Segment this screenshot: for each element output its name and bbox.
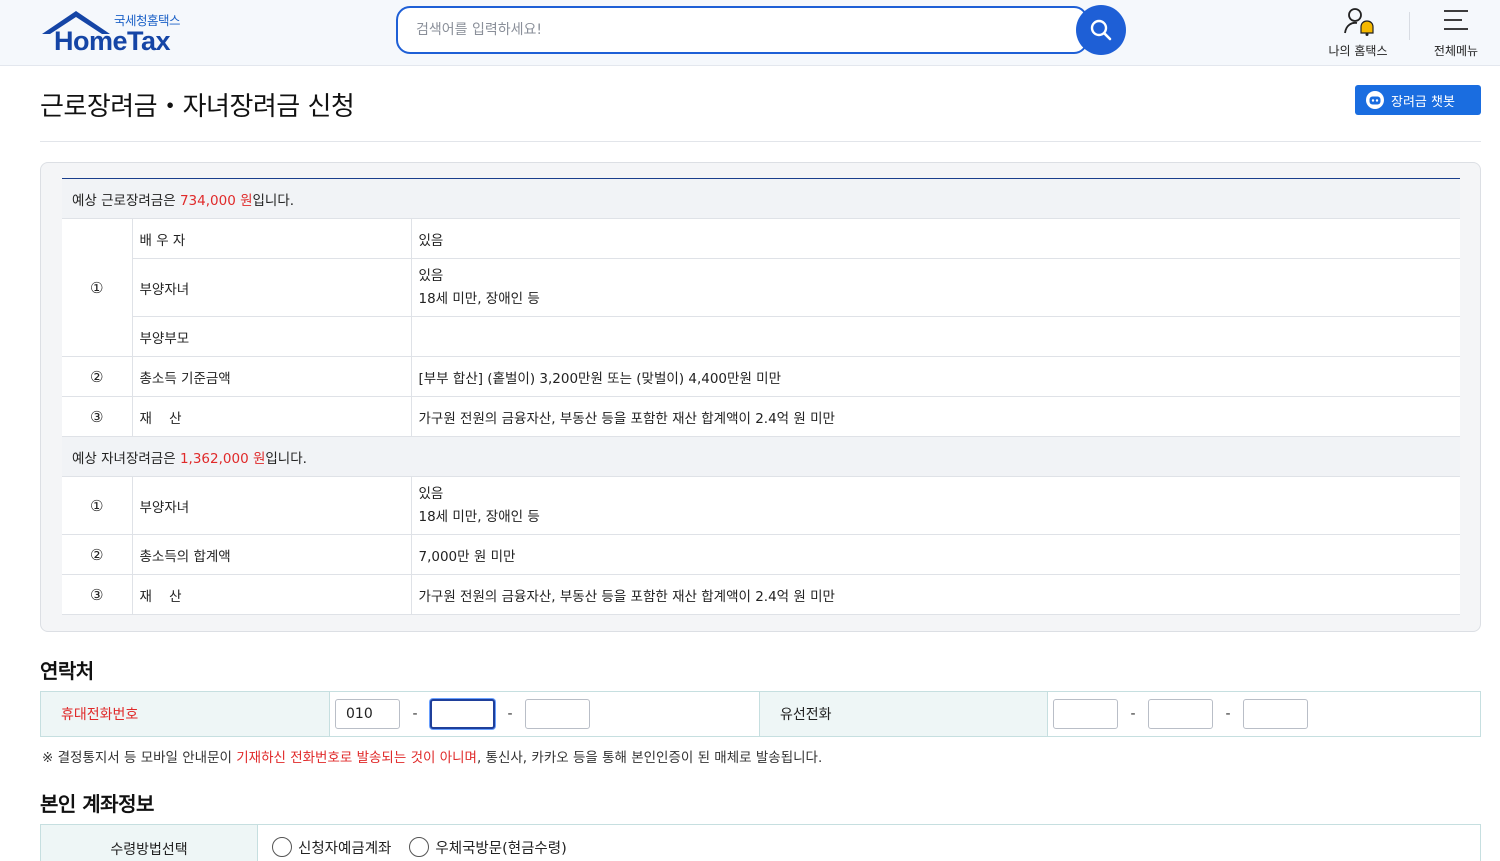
child-incentive-amount: 1,362,000 원 xyxy=(179,450,266,467)
work-incentive-header-row: 예상 근로장려금은 734,000 원입니다. xyxy=(62,178,1460,219)
landline-inputs: - - xyxy=(1048,692,1308,736)
landline-middle-input[interactable] xyxy=(1148,699,1213,729)
criteria-number: ③ xyxy=(62,396,133,437)
dash: - xyxy=(412,706,418,722)
landline-area-input[interactable] xyxy=(1053,699,1118,729)
table-row: ③ 재 산 가구원 전원의 금융자산, 부동산 등을 포함한 재산 합계액이 2… xyxy=(62,574,1460,615)
radio-post-office[interactable]: 우체국방문(현금수령) xyxy=(409,837,567,858)
search-button[interactable] xyxy=(1076,5,1126,55)
receipt-method-label: 수령방법선택 xyxy=(41,825,258,861)
child-incentive-header-row: 예상 자녀장려금은 1,362,000 원입니다. xyxy=(62,436,1460,477)
criteria-value: 있음 xyxy=(411,218,1460,259)
mobile-inputs: - - xyxy=(330,692,760,736)
receipt-method-options: 신청자예금계좌 우체국방문(현금수령) xyxy=(258,825,567,861)
criteria-value: 가구원 전원의 금융자산, 부동산 등을 포함한 재산 합계액이 2.4억 원 … xyxy=(411,574,1460,615)
search-input[interactable] xyxy=(416,19,1056,41)
criteria-item: 부양부모 xyxy=(132,316,412,357)
contact-section-title: 연락처 xyxy=(40,659,94,683)
incentive-summary-box: 예상 근로장려금은 734,000 원입니다. ① 배 우 자 있음 부양자녀 … xyxy=(40,162,1481,632)
contact-table: 휴대전화번호 - - 유선전화 - - xyxy=(40,691,1481,737)
all-menu-label: 전체메뉴 xyxy=(1433,44,1479,58)
criteria-item: 부양자녀 xyxy=(132,258,412,317)
child-incentive-suffix: 입니다. xyxy=(265,450,307,467)
criteria-value-cell: 있음 18세 미만, 장애인 등 xyxy=(411,476,1460,535)
criteria-value-detail: 18세 미만, 장애인 등 xyxy=(418,508,540,525)
notice-highlight: 기재하신 전화번호로 발송되는 것이 아니며 xyxy=(236,750,477,766)
criteria-number: ③ xyxy=(62,574,133,615)
account-section-title: 본인 계좌정보 xyxy=(40,792,154,816)
contact-notice: ※ 결정통지서 등 모바일 안내문이 기재하신 전화번호로 발송되는 것이 아니… xyxy=(42,746,822,766)
criteria-value: 있음 xyxy=(418,485,444,502)
my-hometax-label: 나의 홈택스 xyxy=(1328,44,1388,58)
page-title: 근로장려금・자녀장려금 신청 xyxy=(40,92,355,122)
landline-last-input[interactable] xyxy=(1243,699,1308,729)
criteria-value-cell: 있음 18세 미만, 장애인 등 xyxy=(411,258,1460,317)
child-incentive-summary: 예상 자녀장려금은 1,362,000 원입니다. xyxy=(62,436,1460,477)
chatbot-icon xyxy=(1366,91,1384,109)
header-divider xyxy=(1409,12,1410,40)
table-row: ① 배 우 자 있음 xyxy=(62,218,1460,357)
table-row: ② 총소득 기준금액 [부부 합산] (홑벌이) 3,200만원 또는 (맞벌이… xyxy=(62,356,1460,397)
radio-circle[interactable] xyxy=(272,837,292,857)
child-incentive-prefix: 예상 자녀장려금은 xyxy=(72,450,180,467)
notice-prefix: ※ 결정통지서 등 모바일 안내문이 xyxy=(42,750,237,766)
incentive-chatbot-button[interactable]: 장려금 챗봇 xyxy=(1355,85,1481,115)
search-icon xyxy=(1090,19,1112,41)
table-row: 부양부모 xyxy=(62,316,1460,357)
criteria-item: 부양자녀 xyxy=(132,476,412,535)
my-hometax-link[interactable]: 나의 홈택스 xyxy=(1318,4,1398,60)
mobile-label: 휴대전화번호 xyxy=(41,692,330,736)
criteria-item: 재 산 xyxy=(132,396,412,437)
criteria-value: 있음 xyxy=(418,267,444,284)
dash: - xyxy=(507,706,513,722)
mobile-last-input[interactable] xyxy=(525,699,590,729)
top-header: 국세청홈택스 HomeTax 나의 홈택스 전체메뉴 xyxy=(0,0,1500,66)
hamburger-menu-icon xyxy=(1444,10,1468,30)
table-row: 부양자녀 있음 18세 미만, 장애인 등 xyxy=(62,258,1460,317)
criteria-value: 가구원 전원의 금융자산, 부동산 등을 포함한 재산 합계액이 2.4억 원 … xyxy=(411,396,1460,437)
dash: - xyxy=(1225,706,1231,722)
user-bell-icon xyxy=(1344,8,1374,36)
title-divider xyxy=(40,141,1481,142)
criteria-number: ② xyxy=(62,356,133,397)
notice-suffix: , 통신사, 카카오 등을 통해 본인인증이 된 매체로 발송됩니다. xyxy=(476,750,823,766)
account-table: 수령방법선택 신청자예금계좌 우체국방문(현금수령) xyxy=(40,824,1481,861)
mobile-middle-input[interactable] xyxy=(430,699,495,729)
landline-label: 유선전화 xyxy=(760,692,1048,736)
criteria-item: 총소득의 합계액 xyxy=(132,534,412,575)
criteria-item: 배 우 자 xyxy=(132,218,412,259)
criteria-value-detail: 18세 미만, 장애인 등 xyxy=(418,290,540,307)
criteria-number: ② xyxy=(62,534,133,575)
table-row: ① 부양자녀 있음 18세 미만, 장애인 등 xyxy=(62,476,1460,535)
work-incentive-suffix: 입니다. xyxy=(252,192,295,209)
criteria-value: [부부 합산] (홑벌이) 3,200만원 또는 (맞벌이) 4,400만원 미… xyxy=(411,356,1460,397)
table-row: ② 총소득의 합계액 7,000만 원 미만 xyxy=(62,534,1460,575)
work-incentive-prefix: 예상 근로장려금은 xyxy=(72,192,180,209)
criteria-number: ① xyxy=(62,218,133,357)
criteria-item: 총소득 기준금액 xyxy=(132,356,412,397)
radio-bank-label: 신청자예금계좌 xyxy=(298,840,392,857)
criteria-value: 7,000만 원 미만 xyxy=(411,534,1460,575)
mobile-first-input[interactable] xyxy=(335,699,400,729)
criteria-value xyxy=(411,316,1460,357)
hometax-logo[interactable]: 국세청홈택스 HomeTax xyxy=(40,6,200,60)
radio-bank-account[interactable]: 신청자예금계좌 xyxy=(272,837,391,858)
work-incentive-amount: 734,000 원 xyxy=(179,192,253,209)
radio-circle[interactable] xyxy=(409,837,430,857)
criteria-number: ① xyxy=(62,476,133,535)
chatbot-label: 장려금 챗봇 xyxy=(1391,94,1455,110)
dash: - xyxy=(1130,706,1136,722)
search-box xyxy=(396,6,1088,54)
radio-post-label: 우체국방문(현금수령) xyxy=(435,840,567,857)
all-menu-button[interactable]: 전체메뉴 xyxy=(1416,4,1496,60)
logo-text: HomeTax xyxy=(54,26,171,56)
table-row: ③ 재 산 가구원 전원의 금융자산, 부동산 등을 포함한 재산 합계액이 2… xyxy=(62,396,1460,437)
work-incentive-summary: 예상 근로장려금은 734,000 원입니다. xyxy=(62,178,1460,219)
incentive-summary-table: 예상 근로장려금은 734,000 원입니다. ① 배 우 자 있음 부양자녀 … xyxy=(62,178,1460,615)
criteria-item: 재 산 xyxy=(132,574,412,615)
